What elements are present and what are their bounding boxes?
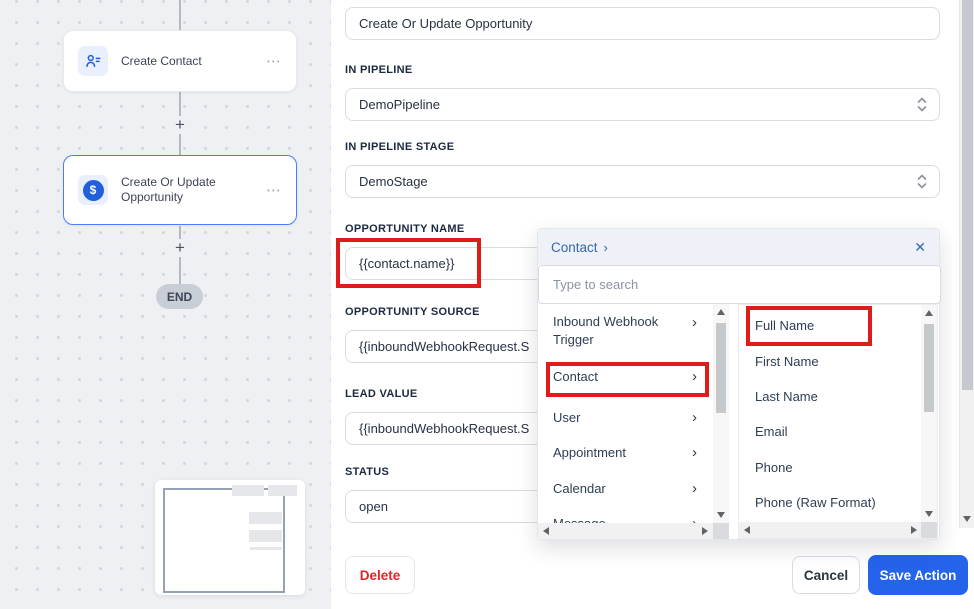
picker-fields-list: Full Name First Name Last Name Email Pho…: [739, 305, 922, 522]
scroll-up-arrow-icon[interactable]: [717, 309, 725, 315]
in-pipeline-stage-select[interactable]: [345, 165, 940, 198]
minimap-block: [268, 485, 297, 496]
scroll-down-arrow-icon[interactable]: [717, 512, 725, 518]
add-action-button[interactable]: +: [171, 116, 189, 134]
scroll-right-arrow-icon[interactable]: [702, 527, 708, 535]
add-action-button[interactable]: +: [171, 239, 189, 257]
picker-search-input[interactable]: [538, 265, 941, 304]
picker-field-first-name[interactable]: First Name: [739, 353, 922, 371]
minimap-block: [249, 512, 282, 524]
picker-fields-column: Full Name First Name Last Name Email Pho…: [738, 304, 938, 539]
contact-card-icon: [78, 46, 108, 76]
workflow-builder-window: Create Contact ⋯ + $ Create Or Update Op…: [0, 0, 974, 609]
picker-breadcrumb[interactable]: Contact: [551, 240, 598, 255]
delete-button[interactable]: Delete: [345, 556, 415, 594]
picker-field-email[interactable]: Email: [739, 423, 922, 441]
chevron-right-icon: ›: [692, 314, 697, 332]
panel-scrollbar[interactable]: [959, 0, 974, 528]
picker-header: Contact › ✕: [538, 229, 939, 265]
scroll-left-arrow-icon[interactable]: [543, 527, 549, 535]
picker-body: Inbound Webhook Trigger › Contact › User…: [538, 304, 939, 539]
node-create-or-update-opportunity[interactable]: $ Create Or Update Opportunity ⋯: [63, 155, 297, 225]
picker-category-contact[interactable]: Contact ›: [538, 368, 713, 386]
dollar-icon: $: [78, 175, 108, 205]
field-label-in-pipeline-stage: IN PIPELINE STAGE: [345, 140, 940, 154]
field-label-in-pipeline: IN PIPELINE: [345, 63, 940, 77]
scrollbar-corner: [921, 522, 937, 538]
connector-line: [179, 0, 181, 30]
minimap-block: [249, 530, 282, 542]
picker-category-user[interactable]: User ›: [538, 409, 713, 427]
fields-hscrollbar[interactable]: [739, 522, 922, 538]
scroll-right-arrow-icon[interactable]: [911, 526, 917, 534]
custom-values-picker: Contact › ✕ Inbound Webhook Trigger › Co…: [537, 228, 940, 540]
scrollbar-thumb[interactable]: [716, 323, 726, 413]
categories-hscrollbar[interactable]: [538, 523, 713, 539]
scroll-left-arrow-icon[interactable]: [744, 526, 750, 534]
scroll-down-arrow-icon[interactable]: [925, 511, 933, 517]
in-pipeline-select[interactable]: [345, 88, 940, 121]
picker-category-calendar[interactable]: Calendar ›: [538, 480, 713, 498]
picker-categories-column: Inbound Webhook Trigger › Contact › User…: [538, 304, 729, 539]
chevron-right-icon: ›: [692, 444, 697, 462]
picker-categories-list: Inbound Webhook Trigger › Contact › User…: [538, 304, 713, 523]
action-name-input[interactable]: [345, 7, 940, 40]
scroll-up-arrow-icon[interactable]: [925, 310, 933, 316]
scroll-down-arrow-icon[interactable]: [963, 516, 971, 522]
node-create-contact[interactable]: Create Contact ⋯: [63, 30, 297, 92]
cancel-button[interactable]: Cancel: [792, 556, 860, 594]
node-options-icon[interactable]: ⋯: [266, 52, 282, 70]
picker-category-inbound-webhook-trigger[interactable]: Inbound Webhook Trigger ›: [538, 313, 713, 349]
node-label: Create Or Update Opportunity: [121, 175, 243, 205]
workflow-canvas[interactable]: Create Contact ⋯ + $ Create Or Update Op…: [0, 0, 331, 609]
chevron-right-icon: ›: [692, 368, 697, 386]
chevron-right-icon: ›: [692, 515, 697, 523]
minimap-block: [250, 547, 282, 550]
chevron-right-icon: ›: [692, 480, 697, 498]
chevron-right-icon: ›: [604, 240, 608, 255]
save-action-button[interactable]: Save Action: [868, 555, 968, 595]
minimap-block: [232, 485, 264, 496]
scrollbar-corner: [713, 523, 729, 539]
scrollbar-thumb[interactable]: [924, 324, 934, 412]
picker-field-phone[interactable]: Phone: [739, 459, 922, 477]
close-icon[interactable]: ✕: [914, 239, 926, 256]
node-label: Create Contact: [121, 54, 243, 69]
workflow-end-marker: END: [156, 284, 203, 309]
panel-scrollbar-thumb[interactable]: [962, 0, 973, 390]
canvas-minimap[interactable]: [155, 480, 305, 595]
picker-category-appointment[interactable]: Appointment ›: [538, 444, 713, 462]
picker-category-message[interactable]: Message ›: [538, 515, 713, 523]
categories-scrollbar[interactable]: [713, 304, 729, 523]
fields-scrollbar[interactable]: [921, 305, 937, 522]
node-options-icon[interactable]: ⋯: [266, 181, 282, 199]
picker-field-phone-raw[interactable]: Phone (Raw Format): [739, 494, 922, 512]
chevron-right-icon: ›: [692, 409, 697, 427]
picker-field-last-name[interactable]: Last Name: [739, 388, 922, 406]
picker-field-full-name[interactable]: Full Name: [739, 317, 922, 335]
